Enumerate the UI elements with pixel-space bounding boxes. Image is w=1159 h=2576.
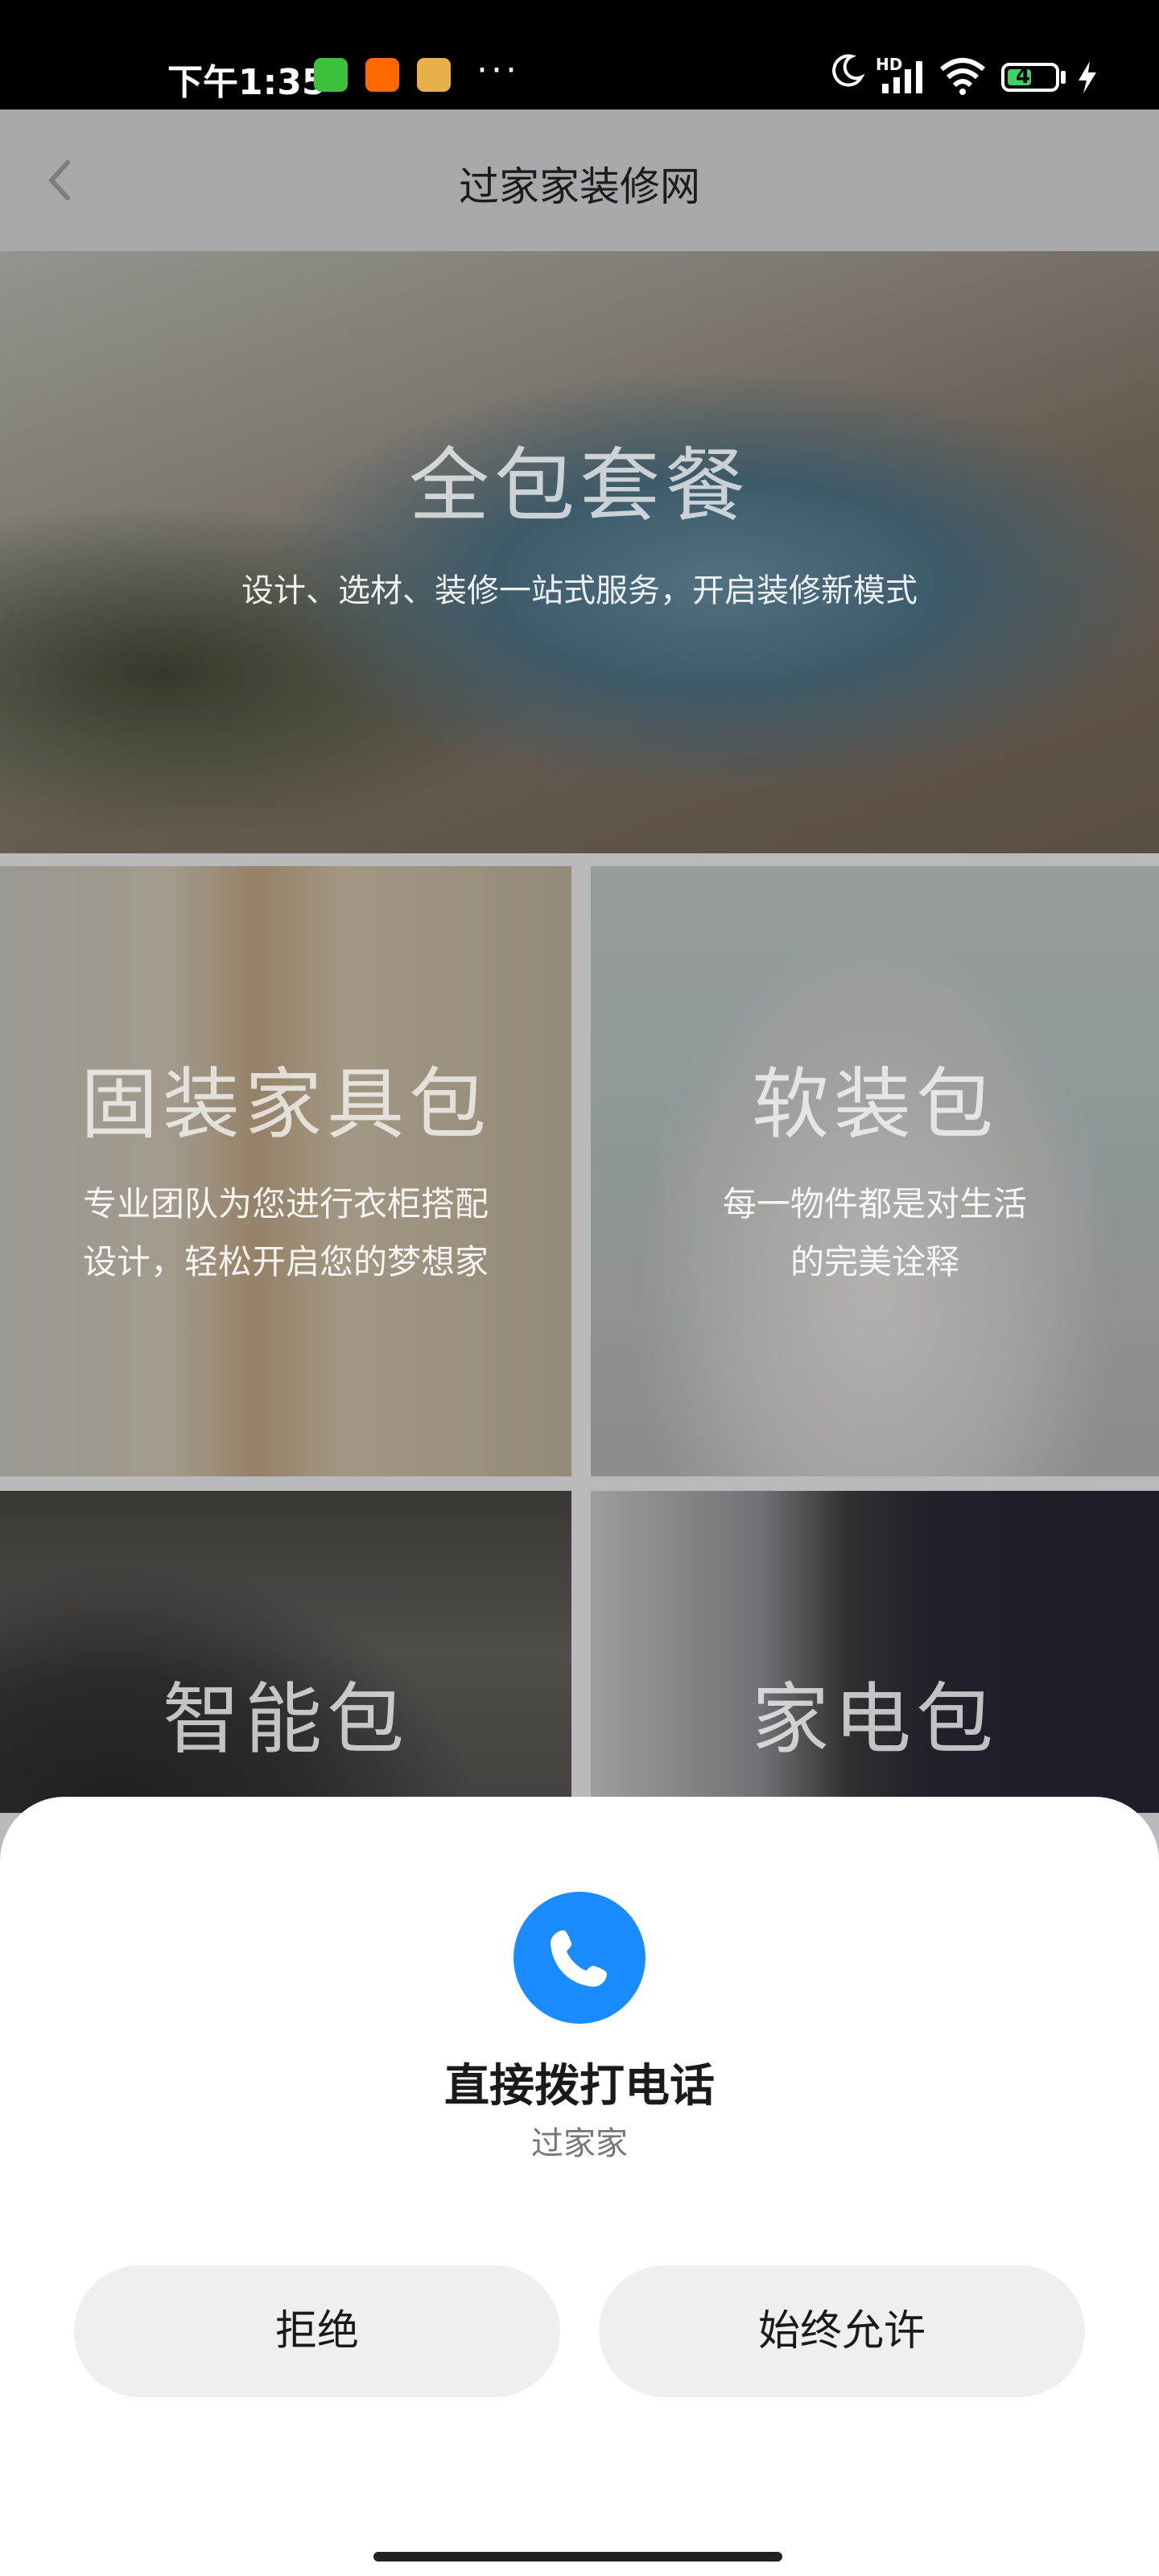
- charging-icon: [1079, 61, 1096, 93]
- moon-icon: [832, 54, 865, 87]
- status-time: 下午1:35: [167, 62, 327, 103]
- app-orange-home-icon: [365, 58, 399, 92]
- tile-overlay: [0, 866, 571, 1476]
- tile-subtitle-line1: 每一物件都是对生活: [722, 1184, 1027, 1224]
- tile-heading: 固装家具包: [80, 1059, 491, 1150]
- package-tile-appliance[interactable]: 家电包: [591, 1491, 1159, 1813]
- package-tile-soft[interactable]: 软装包 每一物件都是对生活 的完美诠释: [591, 866, 1159, 1476]
- battery-icon: 46: [1001, 63, 1059, 92]
- home-indicator[interactable]: [373, 2552, 782, 2562]
- tile-overlay: [0, 251, 1159, 853]
- tile-overlay: [591, 866, 1159, 1476]
- deny-button[interactable]: 拒绝: [74, 2265, 560, 2397]
- status-bar: 下午1:35 ··· HD 46: [0, 0, 1159, 109]
- wifi-icon: [940, 58, 985, 95]
- tile-heading: 全包套餐: [409, 439, 750, 533]
- page-title: 过家家装修网: [459, 163, 700, 210]
- tile-heading: 家电包: [752, 1674, 998, 1765]
- package-tile-full[interactable]: 全包套餐 设计、选材、装修一站式服务，开启装修新模式: [0, 251, 1159, 853]
- tile-subtitle: 设计、选材、装修一站式服务，开启装修新模式: [241, 572, 918, 609]
- dialog-title: 直接拨打电话: [444, 2060, 715, 2112]
- tile-heading: 软装包: [752, 1059, 998, 1150]
- tile-heading: 智能包: [163, 1674, 409, 1765]
- permission-dialog: 直接拨打电话 过家家 拒绝 始终允许: [0, 1797, 1159, 2576]
- package-tile-smart[interactable]: 智能包: [0, 1491, 571, 1813]
- more-dots-icon: ···: [476, 50, 520, 91]
- phone-icon: [514, 1892, 645, 2024]
- dialog-subtitle: 过家家: [531, 2125, 628, 2162]
- signal-icon: [882, 61, 922, 93]
- tile-subtitle-line2: 的完美诠释: [790, 1242, 959, 1282]
- always-allow-button[interactable]: 始终允许: [599, 2265, 1085, 2397]
- app-green-icon: [314, 58, 348, 92]
- tile-subtitle-line2: 设计，轻松开启您的梦想家: [82, 1242, 489, 1282]
- battery-level: 46: [1015, 64, 1046, 89]
- battery-tip: [1061, 71, 1066, 84]
- tile-subtitle-line1: 专业团队为您进行衣柜搭配: [82, 1184, 489, 1224]
- app-game-icon: [417, 58, 451, 92]
- package-tile-furniture[interactable]: 固装家具包 专业团队为您进行衣柜搭配 设计，轻松开启您的梦想家: [0, 866, 571, 1476]
- top-bar: 过家家装修网: [0, 109, 1159, 251]
